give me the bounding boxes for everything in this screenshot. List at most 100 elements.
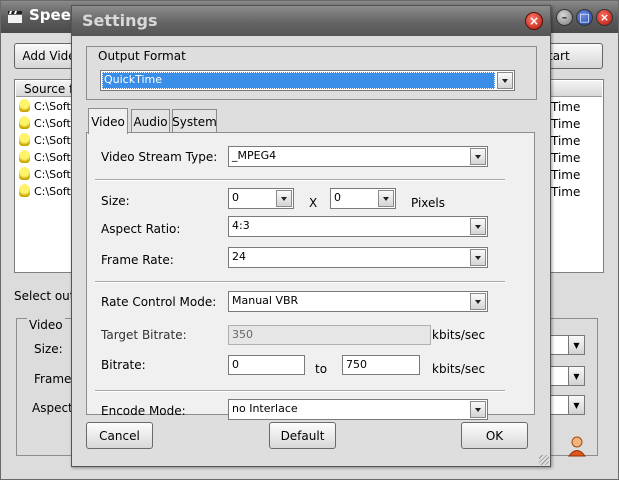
list-item[interactable]: C:\Soft — [19, 150, 71, 167]
resize-grip[interactable] — [539, 455, 549, 465]
size-label: Size: — [34, 342, 63, 356]
video-group-label: Video — [27, 318, 65, 332]
video-stream-type-value: _MPEG4 — [232, 149, 277, 162]
size-label: Size: — [101, 194, 130, 208]
file-icon — [19, 150, 30, 163]
user-avatar-icon[interactable] — [567, 435, 587, 457]
list-item-format: Time — [551, 117, 581, 131]
settings-dialog: Settings × Output Format QuickTime Video… — [71, 5, 551, 467]
bitrate-max-field[interactable]: 750 — [342, 355, 420, 375]
list-item[interactable]: C:\Soft — [19, 116, 71, 133]
chevron-down-icon[interactable] — [470, 293, 486, 310]
list-item-path: C:\Soft — [34, 134, 71, 147]
close-button[interactable]: × — [525, 12, 543, 30]
chevron-down-icon[interactable] — [276, 190, 292, 207]
bitrate-max-value: 750 — [346, 358, 367, 371]
list-item[interactable]: C:\Soft — [19, 99, 71, 116]
bitrate-to-label: to — [315, 362, 328, 376]
add-video-label: Add Vide — [22, 49, 76, 63]
rate-control-mode-value: Manual VBR — [232, 294, 299, 307]
list-item-format: Time — [551, 100, 581, 114]
separator — [95, 281, 505, 283]
settings-title-bar[interactable]: Settings × — [72, 6, 550, 36]
chevron-down-icon[interactable] — [470, 401, 486, 418]
separator — [95, 390, 505, 392]
tab-system[interactable]: System — [172, 109, 217, 133]
ok-button[interactable]: OK — [461, 422, 528, 449]
default-label: Default — [280, 428, 325, 443]
cancel-button[interactable]: Cancel — [86, 422, 153, 449]
target-bitrate-label: Target Bitrate: — [101, 328, 187, 342]
size-width-value: 0 — [232, 191, 239, 204]
tab-audio-label: Audio — [133, 114, 168, 129]
video-stream-type-select[interactable]: _MPEG4 — [228, 146, 488, 167]
size-height-value: 0 — [334, 191, 341, 204]
chevron-down-icon[interactable]: ▼ — [568, 335, 585, 355]
chevron-down-icon[interactable]: ▼ — [568, 395, 585, 415]
list-item-format: Time — [551, 185, 581, 199]
file-icon — [19, 116, 30, 129]
aspect-ratio-select[interactable]: 4:3 — [228, 216, 488, 237]
frame-label: Frame — [34, 372, 72, 386]
target-bitrate-field: 350 — [228, 325, 431, 345]
list-item[interactable]: C:\Soft — [19, 167, 71, 184]
aspect-ratio-value: 4:3 — [232, 219, 250, 232]
rate-control-mode-label: Rate Control Mode: — [101, 295, 217, 309]
video-tab-panel: Video Stream Type: _MPEG4 Size: 0 X 0 Pi… — [86, 132, 535, 420]
list-item-path: C:\Soft — [34, 185, 71, 198]
settings-title: Settings — [82, 11, 158, 30]
rate-control-mode-select[interactable]: Manual VBR — [228, 291, 488, 312]
start-label: tart — [548, 49, 570, 63]
minimize-button[interactable]: – — [556, 9, 573, 26]
tab-system-label: System — [172, 114, 217, 129]
chevron-down-icon[interactable] — [470, 148, 486, 165]
output-format-select[interactable]: QuickTime — [100, 70, 515, 91]
file-icon — [19, 184, 30, 197]
main-close-button[interactable]: × — [596, 9, 613, 26]
chevron-down-icon[interactable] — [497, 72, 513, 89]
pixels-label: Pixels — [411, 196, 446, 210]
list-item-format: Time — [551, 151, 581, 165]
size-height-select[interactable]: 0 — [330, 188, 396, 209]
bitrate-label: Bitrate: — [101, 358, 146, 372]
list-item-path: C:\Soft — [34, 168, 71, 181]
list-item[interactable]: C:\Soft — [19, 133, 71, 150]
size-width-select[interactable]: 0 — [228, 188, 294, 209]
clapperboard-icon — [8, 11, 22, 23]
chevron-down-icon[interactable]: ▼ — [568, 366, 585, 386]
chevron-down-icon[interactable] — [470, 249, 486, 266]
video-stream-type-label: Video Stream Type: — [101, 150, 218, 164]
ok-label: OK — [485, 428, 504, 443]
aspect-ratio-label: Aspect Ratio: — [101, 222, 181, 236]
encode-mode-select[interactable]: no Interlace — [228, 399, 488, 420]
encode-mode-value: no Interlace — [232, 402, 298, 415]
list-item[interactable]: C:\Soft — [19, 184, 71, 201]
frame-rate-value: 24 — [232, 250, 246, 263]
bitrate-unit: kbits/sec — [432, 362, 486, 376]
list-item-path: C:\Soft — [34, 100, 71, 113]
frame-rate-select[interactable]: 24 — [228, 247, 488, 268]
chevron-down-icon[interactable] — [378, 190, 394, 207]
tab-audio[interactable]: Audio — [131, 109, 170, 133]
maximize-button[interactable]: □ — [576, 9, 593, 26]
chevron-down-icon[interactable] — [470, 218, 486, 235]
default-button[interactable]: Default — [269, 422, 336, 449]
file-icon — [19, 99, 30, 112]
list-item-path: C:\Soft — [34, 151, 71, 164]
tab-video[interactable]: Video — [88, 108, 128, 134]
close-icon: × — [528, 14, 540, 28]
encode-mode-label: Encode Mode: — [101, 404, 186, 418]
output-format-label: Output Format — [96, 49, 188, 63]
bitrate-min-value: 0 — [232, 358, 239, 371]
list-item-format: Time — [551, 134, 581, 148]
file-icon — [19, 167, 30, 180]
size-x-label: X — [309, 196, 318, 210]
list-item-path: C:\Soft — [34, 117, 71, 130]
cancel-label: Cancel — [99, 428, 140, 443]
tab-video-label: Video — [91, 114, 125, 129]
output-format-value: QuickTime — [104, 73, 163, 86]
bitrate-min-field[interactable]: 0 — [228, 355, 305, 375]
list-item-format: Time — [551, 168, 581, 182]
target-bitrate-unit: kbits/sec — [432, 328, 486, 342]
separator — [95, 179, 505, 181]
